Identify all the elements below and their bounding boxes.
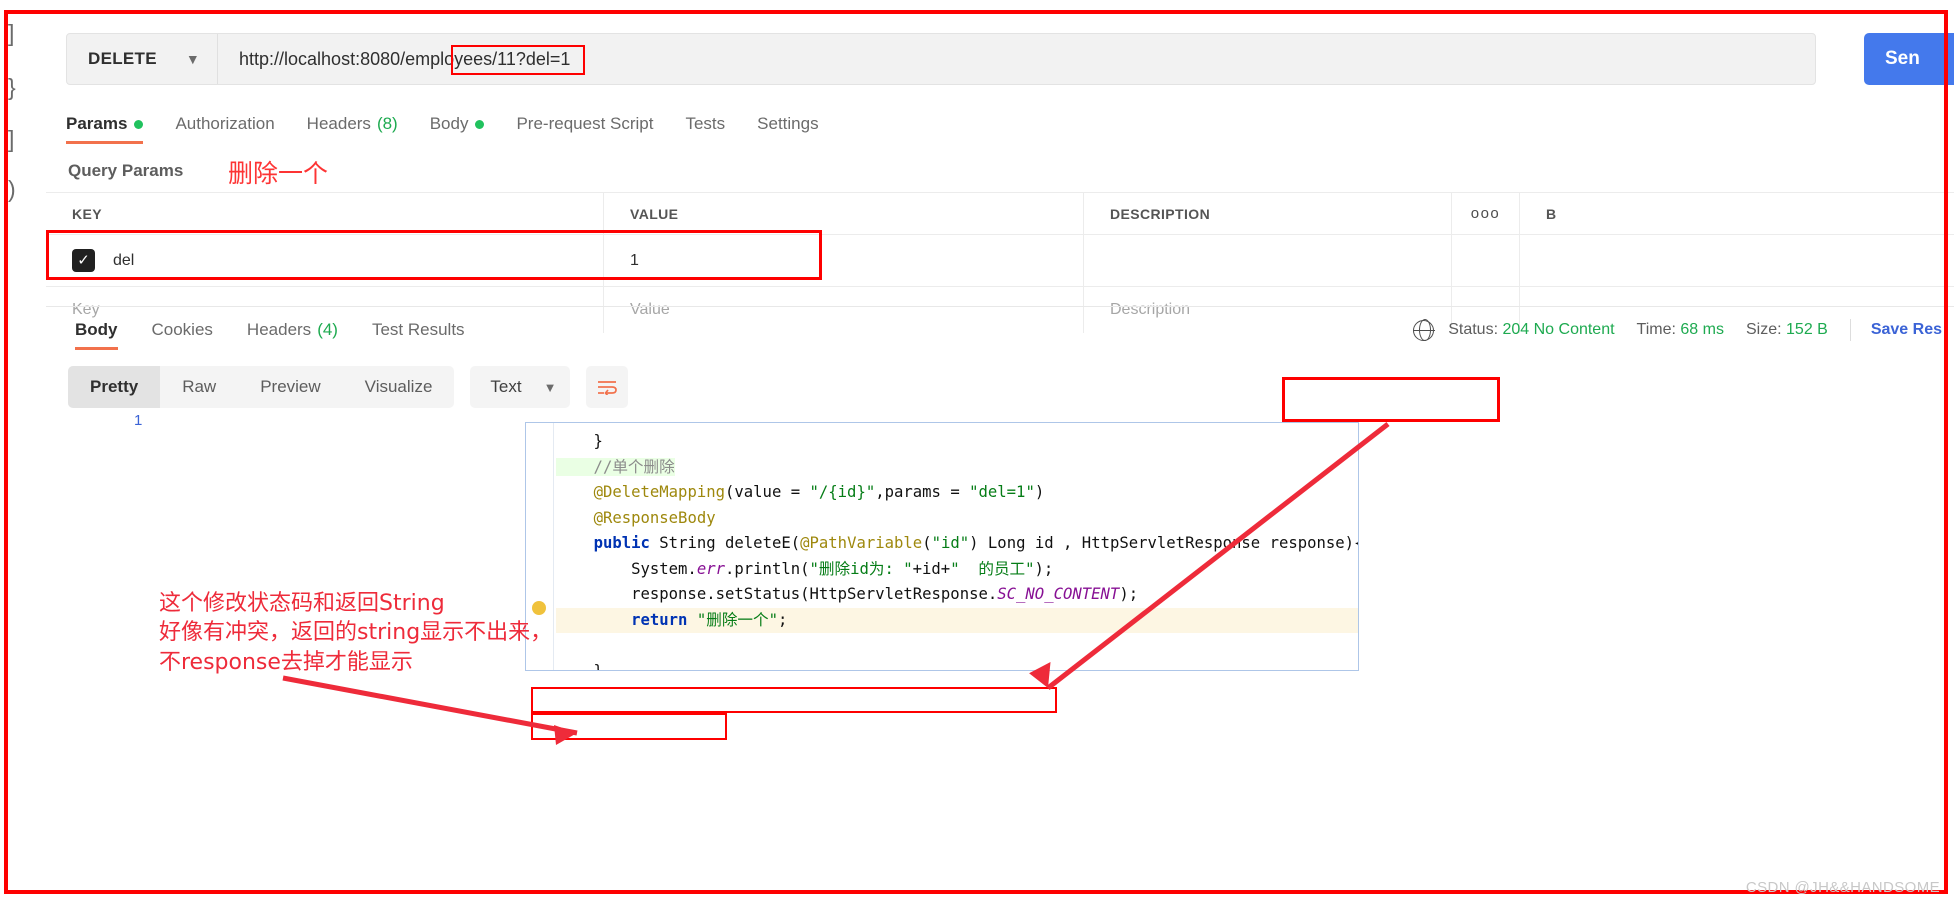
- code-snippet-overlay: } //单个删除 @DeleteMapping(value = "/{id}",…: [525, 422, 1359, 671]
- response-tabs: Body Cookies Headers (4) Test Results: [58, 306, 482, 354]
- tab-tests[interactable]: Tests: [669, 102, 741, 146]
- time-badge: Time: 68 ms: [1637, 321, 1724, 339]
- wrap-lines-icon: [598, 381, 618, 395]
- screenshot-root: ] } ] ) DELETE ▼ http://localhost:8080/e…: [0, 0, 1954, 912]
- view-mode-segment: Pretty Raw Preview Visualize: [68, 366, 455, 408]
- postman-app: DELETE ▼ http://localhost:8080/employees…: [46, 16, 1954, 896]
- tab-pre-request-script[interactable]: Pre-request Script: [500, 102, 669, 146]
- tab-settings-label: Settings: [757, 114, 819, 133]
- sidebar-glyph-4: ): [8, 176, 16, 202]
- content-type-select[interactable]: Text ▼: [470, 366, 571, 408]
- tab-body[interactable]: Body: [414, 102, 501, 146]
- tab-params[interactable]: Params: [66, 102, 159, 146]
- query-params-title: Query Params: [68, 161, 184, 180]
- content-type-label: Text: [490, 377, 522, 396]
- tab-headers[interactable]: Headers (8): [291, 102, 414, 146]
- tab-test-results[interactable]: Test Results: [355, 306, 482, 354]
- tab-test-results-label: Test Results: [371, 320, 465, 339]
- row-value-value[interactable]: 1: [630, 252, 639, 270]
- response-view-toolbar: Pretty Raw Preview Visualize Text ▼: [68, 366, 629, 408]
- column-header-key: KEY: [72, 205, 102, 222]
- value-placeholder[interactable]: Value: [630, 301, 670, 319]
- tab-pre-request-script-label: Pre-request Script: [516, 114, 654, 133]
- annotation-delete-one: 删除一个: [228, 159, 329, 188]
- tab-response-headers-label: Headers: [246, 320, 312, 339]
- code-editor: } //单个删除 @DeleteMapping(value = "/{id}",…: [526, 423, 1358, 670]
- row-checkbox[interactable]: ✓: [72, 249, 95, 272]
- http-method-select[interactable]: DELETE ▼: [67, 34, 218, 84]
- sidebar-glyph-2: }: [8, 74, 16, 100]
- annotation-note-line-2: 好像有冲突，返回的string显示不出来，: [159, 620, 553, 646]
- url-bar: DELETE ▼ http://localhost:8080/employees…: [66, 33, 1816, 85]
- chevron-down-icon: ▼: [185, 51, 200, 67]
- green-dot-icon: [475, 119, 485, 129]
- description-placeholder[interactable]: Description: [1110, 301, 1190, 319]
- status-badge: Status: 204 No Content: [1448, 321, 1614, 339]
- size-badge: Size: 152 B: [1746, 321, 1828, 339]
- code-text: } //单个删除 @DeleteMapping(value = "/{id}",…: [556, 429, 1358, 670]
- url-input[interactable]: http://localhost:8080/employees/11?del=1: [218, 49, 1815, 70]
- meta-divider: [1849, 319, 1851, 341]
- column-header-value: VALUE: [630, 205, 679, 222]
- status-label: Status:: [1448, 321, 1499, 338]
- response-meta: Status: 204 No Content Time: 68 ms Size:…: [1412, 308, 1942, 352]
- size-label: Size:: [1745, 321, 1782, 338]
- table-header-row: KEY VALUE DESCRIPTION ooo B: [46, 192, 1954, 235]
- view-mode-preview[interactable]: Preview: [238, 366, 342, 408]
- line-number: 1: [134, 412, 143, 429]
- save-response-button[interactable]: Save Res: [1871, 321, 1942, 339]
- wrap-lines-button[interactable]: [586, 366, 629, 408]
- tab-tests-label: Tests: [685, 114, 726, 133]
- tab-cookies-label: Cookies: [151, 320, 213, 339]
- more-options-icon[interactable]: ooo: [1471, 205, 1501, 222]
- tab-cookies[interactable]: Cookies: [135, 306, 230, 354]
- bulk-edit-button[interactable]: B: [1546, 206, 1557, 222]
- send-button[interactable]: Sen: [1864, 33, 1954, 85]
- request-tabs: Params Authorization Headers (8) Body Pr…: [66, 102, 835, 146]
- tab-headers-count: (8): [376, 114, 398, 133]
- tab-response-headers-count: (4): [317, 320, 338, 339]
- status-value: 204 No Content: [1502, 321, 1615, 338]
- http-method-label: DELETE: [88, 49, 157, 68]
- view-mode-raw[interactable]: Raw: [160, 366, 238, 408]
- size-value: 152 B: [1786, 321, 1828, 338]
- tab-headers-label: Headers: [306, 114, 371, 133]
- tab-response-headers[interactable]: Headers (4): [230, 306, 355, 354]
- row-key-value[interactable]: del: [113, 252, 134, 270]
- column-header-description: DESCRIPTION: [1110, 205, 1211, 222]
- globe-icon: [1412, 318, 1435, 342]
- table-row: ✓ del 1: [46, 235, 1954, 287]
- tab-authorization-label: Authorization: [175, 114, 275, 133]
- left-sidebar-strip: ] } ] ): [0, 0, 46, 912]
- green-dot-icon: [134, 119, 144, 129]
- watermark: CSDN @JH&&HANDSOME: [1745, 879, 1940, 896]
- view-mode-pretty[interactable]: Pretty: [68, 366, 161, 408]
- annotation-note-line-3: 不response去掉才能显示: [159, 649, 413, 675]
- sidebar-glyph-1: ]: [8, 20, 15, 46]
- sidebar-glyph-3: ]: [8, 126, 15, 152]
- annotation-note: 这个修改状态码和返回String 好像有冲突，返回的string显示不出来， 不…: [159, 589, 552, 677]
- tab-authorization[interactable]: Authorization: [159, 102, 290, 146]
- chevron-down-icon: ▼: [543, 379, 557, 395]
- tab-settings[interactable]: Settings: [741, 102, 834, 146]
- tab-response-body[interactable]: Body: [58, 306, 135, 354]
- view-mode-visualize[interactable]: Visualize: [343, 366, 455, 408]
- tab-params-label: Params: [66, 114, 128, 133]
- annotation-note-line-1: 这个修改状态码和返回String: [159, 591, 445, 616]
- tab-body-label: Body: [429, 114, 469, 133]
- time-value: 68 ms: [1680, 321, 1724, 338]
- tab-response-body-label: Body: [75, 320, 118, 339]
- time-label: Time:: [1636, 321, 1676, 338]
